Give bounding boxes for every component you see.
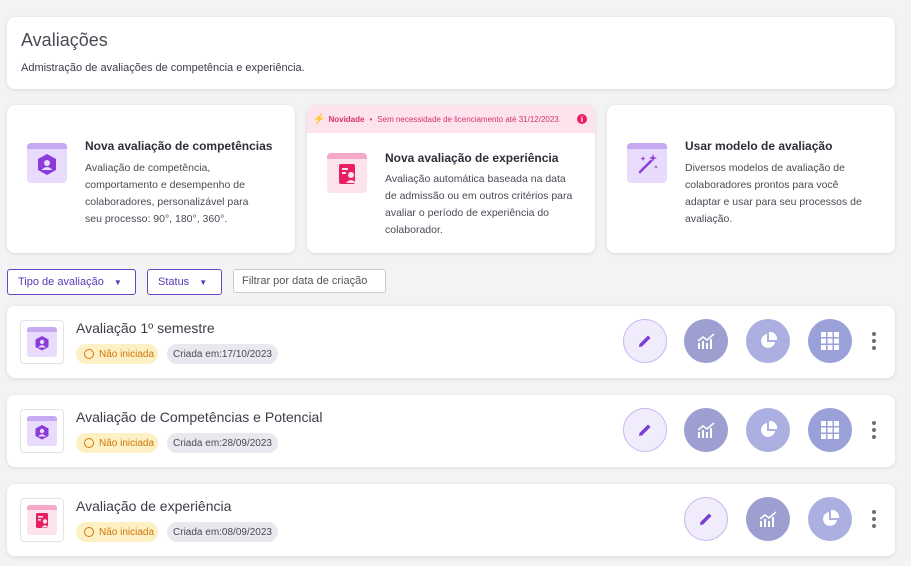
line-chart-icon: [697, 422, 715, 438]
status-badge: Não iniciada: [76, 522, 158, 542]
status-circle-icon: [84, 438, 94, 448]
option-title: Nova avaliação de experiência: [385, 151, 559, 165]
magic-wand-icon: [627, 143, 667, 183]
info-icon[interactable]: i: [577, 114, 587, 124]
created-date-badge: Criada em:28/09/2023: [167, 433, 278, 453]
results-chart-button[interactable]: [684, 319, 728, 363]
pie-report-button[interactable]: [746, 408, 790, 452]
pie-chart-icon: [761, 420, 778, 437]
filter-label: Tipo de avaliação: [18, 276, 104, 288]
novidade-text: Sem necessidade de licenciamento até 31/…: [377, 114, 561, 124]
new-experience-evaluation-card[interactable]: ⚡ Novidade • Sem necessidade de licencia…: [307, 105, 595, 253]
status-text: Não iniciada: [99, 437, 155, 449]
created-date-badge: Criada em:17/10/2023: [167, 344, 278, 364]
more-options-icon[interactable]: [872, 421, 876, 439]
status-text: Não iniciada: [99, 348, 155, 360]
badge-person-icon: [20, 498, 64, 542]
hexagon-person-icon: [20, 409, 64, 453]
evaluation-row[interactable]: Avaliação 1º semestre Não iniciada Criad…: [7, 306, 895, 378]
evaluation-title: Avaliação de Competências e Potencial: [76, 409, 323, 425]
results-chart-button[interactable]: [746, 497, 790, 541]
option-description: Avaliação de competência, comportamento …: [85, 162, 249, 225]
pencil-icon: [639, 424, 651, 436]
edit-button[interactable]: [623, 408, 667, 452]
lightning-icon: ⚡: [313, 113, 326, 125]
more-options-icon[interactable]: [872, 510, 876, 528]
page-subtitle: Admistração de avaliações de competência…: [21, 62, 305, 74]
page-title: Avaliações: [21, 30, 108, 50]
evaluation-title: Avaliação de experiência: [76, 498, 232, 514]
matrix-grid-button[interactable]: [808, 408, 852, 452]
evaluation-title: Avaliação 1º semestre: [76, 320, 215, 336]
pencil-icon: [700, 513, 712, 525]
option-title: Usar modelo de avaliação: [685, 139, 833, 153]
creation-date-filter-input[interactable]: [233, 269, 386, 293]
new-competency-evaluation-card[interactable]: Nova avaliação de competências Avaliação…: [7, 105, 295, 253]
pencil-icon: [639, 335, 651, 347]
use-evaluation-template-card[interactable]: Usar modelo de avaliação Diversos modelo…: [607, 105, 895, 253]
badge-person-icon: [327, 153, 367, 193]
novidade-tag: Novidade: [328, 114, 365, 124]
option-title: Nova avaliação de competências: [85, 139, 273, 153]
filter-label: Status: [158, 276, 190, 288]
hexagon-person-icon: [27, 143, 67, 183]
option-description: Avaliação automática baseada na data de …: [385, 173, 573, 236]
novidade-banner: ⚡ Novidade • Sem necessidade de licencia…: [307, 105, 595, 133]
line-chart-icon: [697, 333, 715, 349]
status-circle-icon: [84, 349, 94, 359]
grid-icon: [821, 332, 839, 350]
pie-chart-icon: [823, 509, 840, 526]
grid-icon: [821, 421, 839, 439]
more-options-icon[interactable]: [872, 332, 876, 350]
status-badge: Não iniciada: [76, 433, 158, 453]
evaluation-row[interactable]: Avaliação de Competências e Potencial Nã…: [7, 395, 895, 467]
status-badge: Não iniciada: [76, 344, 158, 364]
evaluation-row[interactable]: Avaliação de experiência Não iniciada Cr…: [7, 484, 895, 556]
caret-down-icon: ▼: [113, 277, 122, 287]
line-chart-icon: [759, 511, 777, 527]
status-circle-icon: [84, 527, 94, 537]
status-text: Não iniciada: [99, 526, 155, 538]
pie-report-button[interactable]: [808, 497, 852, 541]
edit-button[interactable]: [623, 319, 667, 363]
option-description: Diversos modelos de avaliação de colabor…: [685, 162, 862, 225]
matrix-grid-button[interactable]: [808, 319, 852, 363]
results-chart-button[interactable]: [684, 408, 728, 452]
evaluation-type-filter[interactable]: Tipo de avaliação ▼: [7, 269, 136, 295]
pie-chart-icon: [761, 331, 778, 348]
hexagon-person-icon: [20, 320, 64, 364]
caret-down-icon: ▼: [199, 277, 208, 287]
page-header: Avaliações Admistração de avaliações de …: [7, 17, 895, 89]
separator-dot: •: [369, 114, 373, 124]
edit-button[interactable]: [684, 497, 728, 541]
pie-report-button[interactable]: [746, 319, 790, 363]
status-filter[interactable]: Status ▼: [147, 269, 222, 295]
created-date-badge: Criada em:08/09/2023: [167, 522, 278, 542]
